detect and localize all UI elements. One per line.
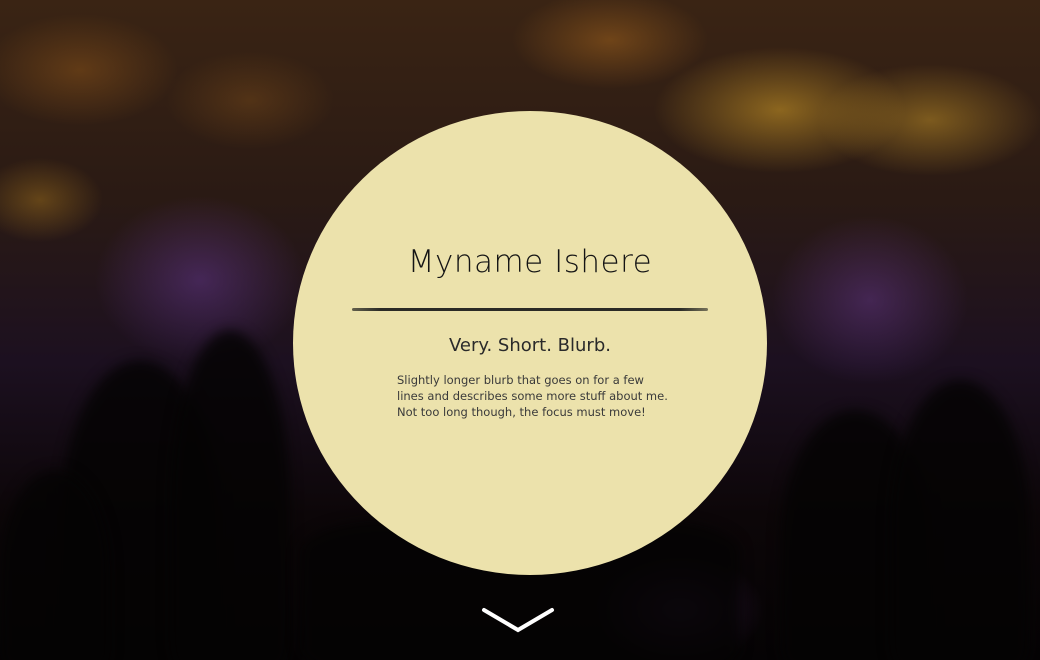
chevron-down-icon[interactable] — [481, 603, 555, 637]
background-silhouette — [0, 470, 110, 660]
long-blurb: Slightly longer blurb that goes on for a… — [397, 372, 687, 420]
scroll-down-button[interactable] — [481, 603, 555, 637]
short-blurb: Very. Short. Blurb. — [449, 335, 611, 356]
profile-name: Myname Ishere — [407, 244, 653, 280]
profile-circle: Myname Ishere Very. Short. Blurb. Slight… — [293, 111, 767, 575]
long-blurb-line: lines and describes some more stuff abou… — [397, 389, 668, 403]
background-silhouette — [170, 330, 290, 660]
divider — [352, 308, 708, 311]
long-blurb-line: Slightly longer blurb that goes on for a… — [397, 373, 644, 387]
background-silhouette — [890, 380, 1030, 660]
long-blurb-line: Not too long though, the focus must move… — [397, 405, 646, 419]
